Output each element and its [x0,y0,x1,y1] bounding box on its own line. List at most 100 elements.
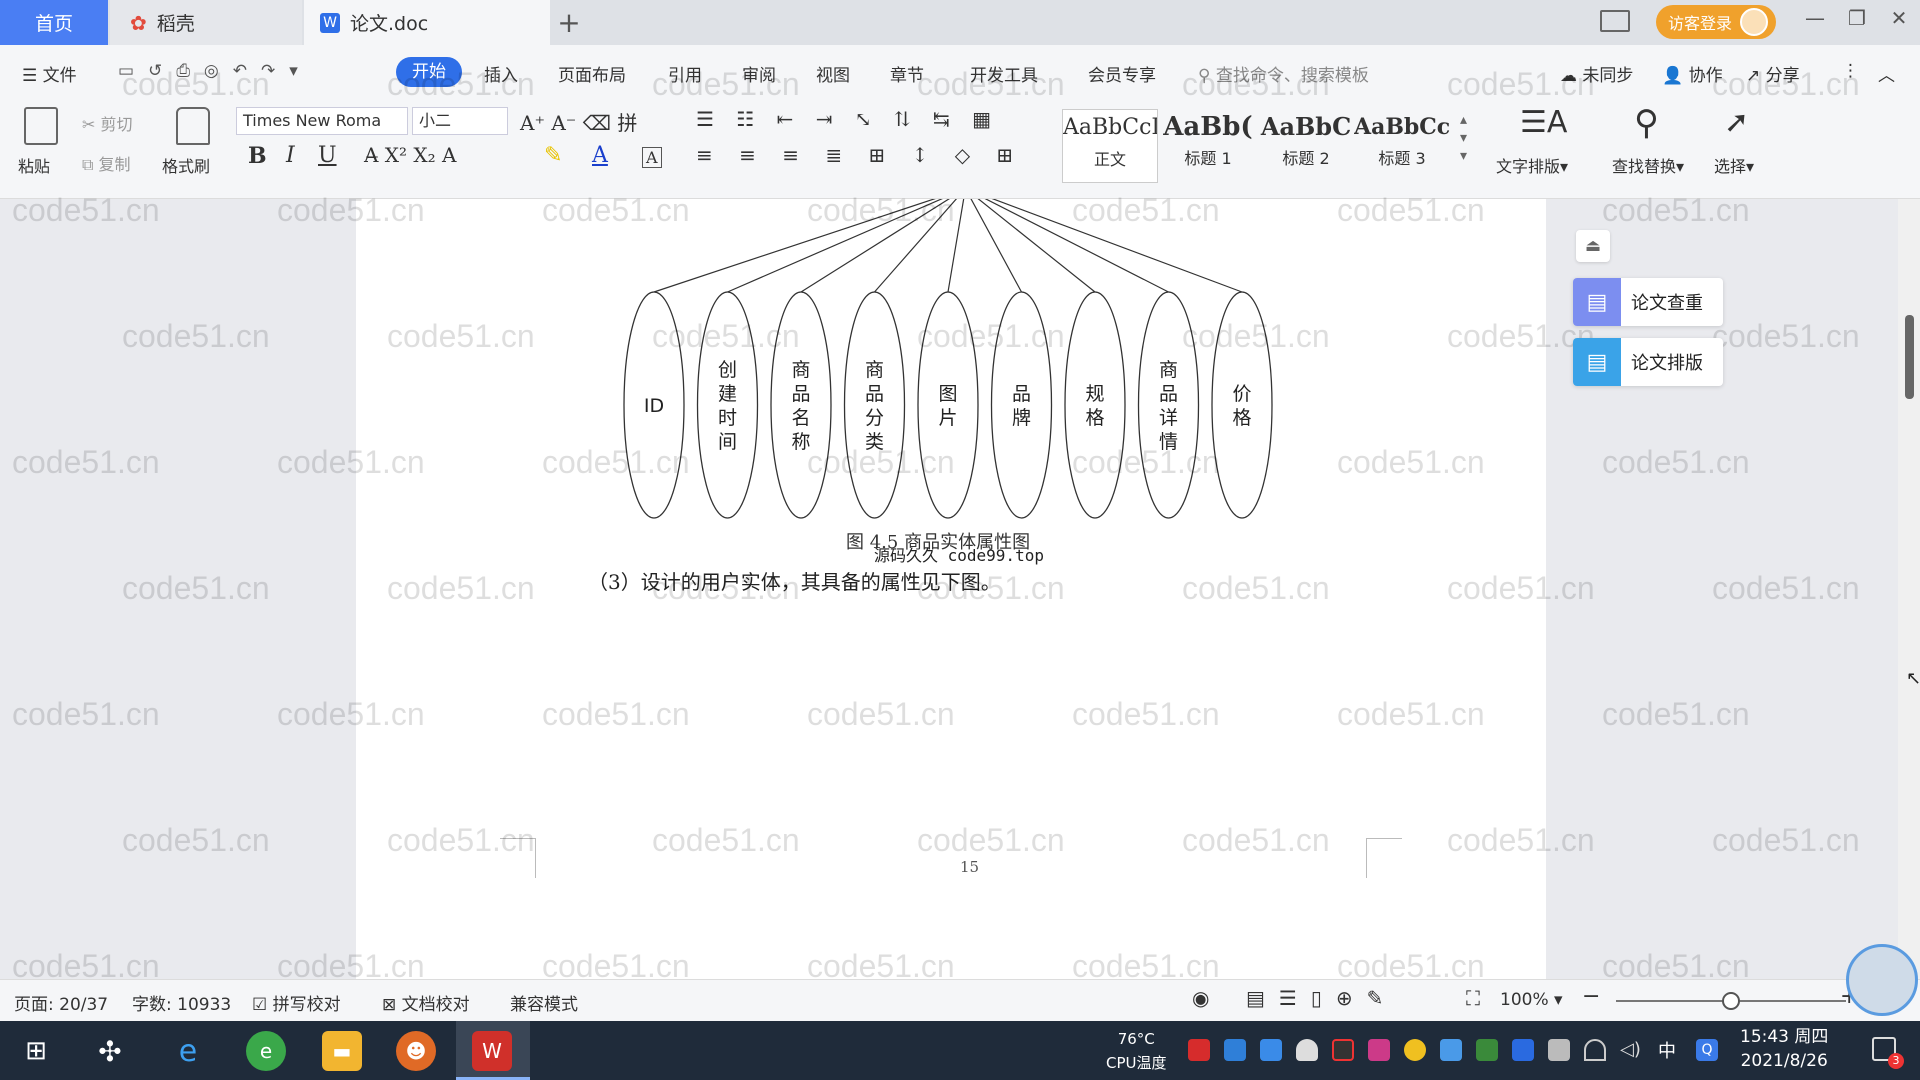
menu-review[interactable]: 审阅 [742,61,776,86]
style-heading-2[interactable]: AaBbC 标题 2 [1258,109,1354,183]
paper-check-button[interactable]: ▤ 论文查重 [1573,278,1723,326]
collab-button[interactable]: 👤 协作 [1662,61,1723,86]
eye-icon[interactable]: ◉ [1192,986,1209,1010]
zoom-slider-knob[interactable] [1722,992,1740,1010]
print-icon[interactable]: ⎙ [176,61,204,81]
cut-button[interactable]: ✂ 剪切 [82,111,133,135]
search-app-icon[interactable]: Q [1696,1039,1718,1061]
paste-icon[interactable] [24,107,58,145]
restore-button[interactable]: ❐ [1842,6,1872,30]
taskbar-clock[interactable]: 15:43 周四 2021/8/26 [1740,1025,1828,1073]
guest-login-button[interactable]: 访客登录 [1656,5,1776,39]
quick-access-toolbar[interactable]: ▭↺⎙◎↶↷▾ [118,61,312,81]
font-size-select[interactable]: 小二 [412,107,508,135]
highlight-icon[interactable]: ✎ [544,143,562,168]
view-mode-icons[interactable]: ▤☰▯⊕✎ [1246,986,1397,1010]
fit-page-icon[interactable]: ⛶ [1466,986,1480,1010]
word-count[interactable]: 字数: 10933 [132,990,231,1015]
tray-app-icon[interactable] [1188,1039,1210,1061]
zoom-out-icon[interactable]: − [1582,984,1600,1009]
find-replace-button[interactable]: 查找替换▾ [1612,153,1684,177]
assistant-avatar-icon[interactable] [1846,944,1918,1016]
menu-member[interactable]: 会员专享 [1088,61,1156,86]
bluetooth-icon[interactable] [1512,1039,1534,1061]
close-button[interactable]: ✕ [1884,6,1914,30]
alignment-tools-icon[interactable]: ≡ ≡ ≡ ≣ ⊞ ↕ ◇ ⊞ [696,143,1023,167]
qq-icon[interactable] [1332,1039,1354,1061]
style-heading-3[interactable]: AaBbCcl 标题 3 [1354,109,1450,183]
grow-font-icon[interactable]: A⁺ A⁻ ⌫ 拼 [520,107,637,136]
ie-browser-icon[interactable]: e [168,1031,208,1071]
file-menu[interactable]: ☰ 文件 [22,61,77,86]
dropdown-icon[interactable]: ▾ [289,61,312,81]
spell-check-button[interactable]: ☑ 拼写校对 [252,990,341,1015]
tray-app-3-icon[interactable] [1440,1039,1462,1061]
text-layout-button[interactable]: 文字排版▾ [1496,153,1568,177]
tray-plus-icon[interactable] [1404,1039,1426,1061]
command-search[interactable]: ⚲ 查找命令、搜索模板 [1198,61,1369,86]
tray-network-app-icon[interactable] [1224,1039,1246,1061]
cursor-icon[interactable]: ➚ [1724,105,1749,140]
doc-proof-button[interactable]: ⊠ 文档校对 [382,990,470,1015]
menu-start[interactable]: 开始 [396,57,462,87]
menu-developer[interactable]: 开发工具 [970,61,1038,86]
italic-button[interactable]: I [286,143,295,168]
tray-app-2-icon[interactable] [1368,1039,1390,1061]
menu-page-layout[interactable]: 页面布局 [558,61,626,86]
game-app-icon[interactable]: ☻ [396,1031,436,1071]
font-name-select[interactable]: Times New Roma [236,107,408,135]
shield-icon[interactable] [1260,1039,1282,1061]
file-explorer-icon[interactable]: ▬ [322,1031,362,1071]
zoom-select[interactable]: 100% ▾ [1500,990,1563,1010]
undo-icon[interactable]: ↶ [233,61,261,81]
underline-button[interactable]: U [318,143,337,168]
font-color-icon[interactable]: A [592,143,608,168]
style-heading-1[interactable]: AaBb( 标题 1 [1160,109,1256,183]
style-normal[interactable]: AaBbCcI 正文 [1062,109,1158,183]
select-button[interactable]: 选择▾ [1714,153,1754,177]
menu-view[interactable]: 视图 [816,61,850,86]
wifi-icon[interactable] [1584,1039,1606,1061]
nvidia-icon[interactable] [1476,1039,1498,1061]
browser-360-icon[interactable]: e [246,1031,286,1071]
collapse-ribbon-icon[interactable]: ︿ [1878,61,1895,86]
new-tab-button[interactable]: + [556,0,582,45]
text-effects-icon[interactable]: A̶ X² X₂ A [364,143,456,167]
battery-icon[interactable] [1548,1039,1570,1061]
share-button[interactable]: ↗ 分享 [1746,61,1800,86]
paragraph-tools-icon[interactable]: ☰ ☷ ⇤ ⇥ ⤡ ⇅ ↹ ▦ [696,107,999,131]
scrollbar-thumb[interactable] [1905,315,1914,399]
wps-taskbar-item[interactable]: W [456,1021,530,1080]
save-icon[interactable]: ▭ [118,61,148,81]
find-icon[interactable]: ⚲ [1634,103,1659,143]
windows-start-icon[interactable]: ⊞ [16,1031,56,1071]
char-border-icon[interactable]: A [642,147,662,168]
bold-button[interactable]: B [248,143,267,169]
volume-icon[interactable]: ◁) [1620,1039,1642,1061]
more-icon[interactable]: ⋮ [1842,61,1859,81]
style-scroll-icon[interactable]: ▴ ▾ ▾ [1460,111,1467,165]
format-painter-icon[interactable] [176,107,210,145]
redo-icon[interactable]: ↷ [261,61,289,81]
ime-indicator[interactable]: 中 [1658,1037,1676,1063]
menu-references[interactable]: 引用 [668,61,702,86]
page-indicator[interactable]: 页面: 20/37 [14,990,108,1015]
bell-icon[interactable] [1296,1039,1318,1061]
sync-status[interactable]: ☁ 未同步 [1560,61,1633,86]
tab-daoke[interactable]: ✿ 稻壳 [110,0,302,45]
history-icon[interactable]: ↺ [148,61,176,81]
preview-icon[interactable]: ◎ [204,61,233,81]
text-layout-icon[interactable]: ☰A [1520,105,1567,140]
layout-toggle-icon[interactable] [1600,10,1630,32]
copy-button[interactable]: ⧉ 复制 [82,151,131,175]
menu-insert[interactable]: 插入 [484,61,518,86]
tab-document[interactable]: W 论文.doc [304,0,550,45]
menu-chapter[interactable]: 章节 [890,61,924,86]
tab-home[interactable]: 首页 [0,0,108,45]
collapse-panel-button[interactable]: ⏏ [1576,230,1610,262]
format-painter-button[interactable]: 格式刷 [162,153,210,177]
zoom-slider[interactable] [1616,992,1846,1010]
fan-app-icon[interactable]: ✣ [90,1031,130,1071]
paper-layout-button[interactable]: ▤ 论文排版 [1573,338,1723,386]
paste-button[interactable]: 粘贴 [18,153,50,177]
